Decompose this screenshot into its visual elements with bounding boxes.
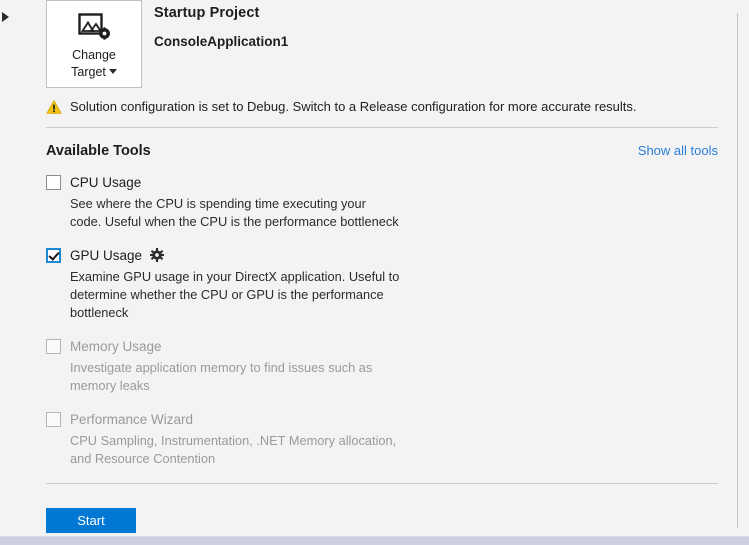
warning-message: Solution configuration is set to Debug. … xyxy=(70,99,637,114)
right-gutter xyxy=(738,0,749,528)
change-target-line1: Change xyxy=(72,48,116,62)
pane-right-border xyxy=(737,13,738,528)
chevron-down-icon xyxy=(108,69,117,74)
divider-top xyxy=(46,127,718,128)
available-tools-title: Available Tools xyxy=(46,143,151,159)
tool-label-memory-usage: Memory Usage xyxy=(70,338,162,354)
available-tools-header: Available Tools Show all tools xyxy=(46,143,718,159)
startup-project-name: ConsoleApplication1 xyxy=(154,34,289,49)
configuration-warning: Solution configuration is set to Debug. … xyxy=(46,99,718,115)
checkbox-performance-wizard xyxy=(46,411,61,427)
change-target-line2: Target xyxy=(71,65,106,79)
tool-item-gpu-usage: GPU Usage Examine GPU usage in your Dire… xyxy=(46,245,718,322)
tool-description-performance-wizard: CPU Sampling, Instrumentation, .NET Memo… xyxy=(70,433,397,466)
tool-label-cpu-usage[interactable]: CPU Usage xyxy=(70,175,141,190)
startup-project-label: Startup Project xyxy=(154,5,260,21)
tool-description-cpu-usage: See where the CPU is spending time execu… xyxy=(70,196,399,229)
checkbox-gpu-usage[interactable] xyxy=(46,247,61,263)
change-target-button[interactable]: Change Target xyxy=(46,0,142,88)
tool-label-gpu-usage[interactable]: GPU Usage xyxy=(70,248,142,263)
checkbox-cpu-usage[interactable] xyxy=(46,174,61,190)
show-all-tools-link[interactable]: Show all tools xyxy=(638,143,718,158)
warning-triangle-icon xyxy=(46,99,62,115)
checkbox-memory-usage xyxy=(46,338,61,354)
tool-item-performance-wizard: Performance Wizard CPU Sampling, Instrum… xyxy=(46,409,718,468)
bottom-strip xyxy=(0,537,749,545)
tool-description-memory-usage: Investigate application memory to find i… xyxy=(70,360,373,393)
tool-list: CPU Usage See where the CPU is spending … xyxy=(46,172,718,482)
tool-item-memory-usage: Memory Usage Investigate application mem… xyxy=(46,336,718,395)
pane-caret-icon xyxy=(2,12,9,22)
tool-label-performance-wizard: Performance Wizard xyxy=(70,411,194,427)
header: Change Target Startup Project ConsoleApp… xyxy=(46,0,726,92)
tool-description-gpu-usage: Examine GPU usage in your DirectX applic… xyxy=(70,269,400,320)
gear-icon[interactable] xyxy=(150,248,165,262)
left-gutter xyxy=(0,0,36,528)
startup-project-block: Startup Project ConsoleApplication1 xyxy=(154,5,288,49)
image-settings-icon xyxy=(78,13,111,43)
profiler-launch-pane: Change Target Startup Project ConsoleApp… xyxy=(0,0,749,545)
start-button[interactable]: Start xyxy=(46,508,136,533)
divider-bottom xyxy=(46,483,718,484)
tool-item-cpu-usage: CPU Usage See where the CPU is spending … xyxy=(46,172,718,231)
